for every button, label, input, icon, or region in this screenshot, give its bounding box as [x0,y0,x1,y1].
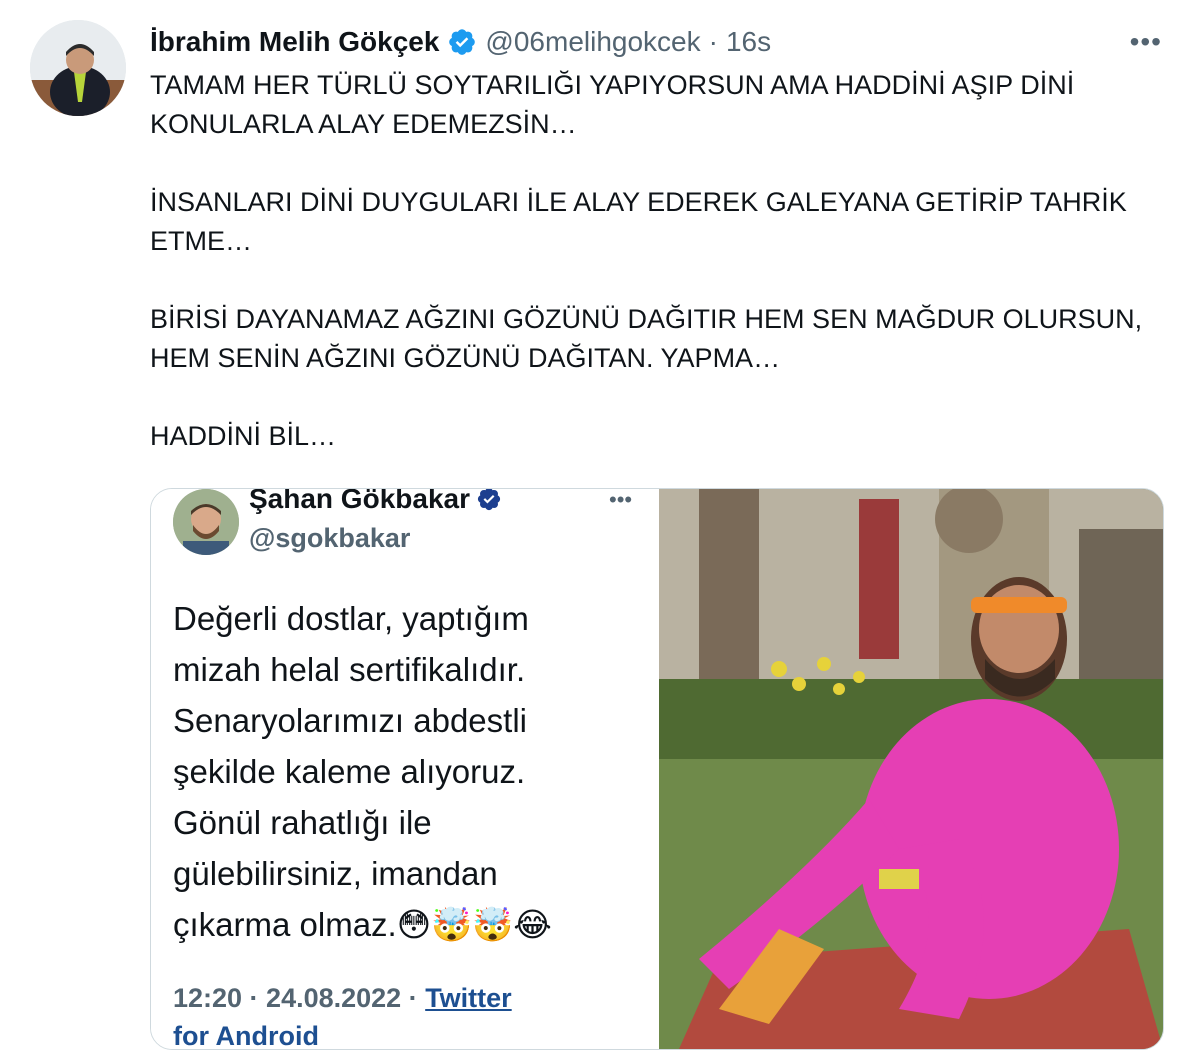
author-handle[interactable]: @06melihgokcek [485,26,700,58]
tweet-paragraph: BİRİSİ DAYANAMAZ AĞZINI GÖZÜNÜ DAĞITIR H… [150,304,1143,373]
quoted-meta: 12:20 · 24.08.2022 · Twitter [173,983,512,1014]
verified-badge-icon [449,29,476,55]
quoted-line: Gönül rahatlığı ile [173,804,432,841]
quoted-line: çıkarma olmaz.😳🤯🤯😂 [173,906,552,943]
quoted-source-cont: for Android [173,1021,319,1050]
media-image-photo[interactable] [659,489,1163,1049]
quoted-line: Senaryolarımızı abdestli [173,702,527,739]
tweet-text: TAMAM HER TÜRLÜ SOYTARILIĞI YAPIYORSUN A… [150,66,1150,456]
tweet-paragraph: HADDİNİ BİL… [150,421,337,451]
quoted-name-text: Şahan Gökbakar [249,488,470,514]
tweet-paragraph: İNSANLARI DİNİ DUYGULARI İLE ALAY EDEREK… [150,187,1127,256]
quoted-handle: @sgokbakar [249,523,411,553]
quoted-timestamp: 12:20 · 24.08.2022 · [173,983,426,1013]
tweet-media[interactable]: Şahan Gökbakar @sgokbakar ••• Değerli do… [150,488,1164,1050]
more-options-icon[interactable]: ••• [1130,26,1162,58]
tweet-header: İbrahim Melih Gökçek @06melihgokcek · 16… [150,22,1164,62]
quoted-body: Değerli dostlar, yaptığım mizah helal se… [173,593,633,950]
avatar-photo [30,20,126,116]
author-name[interactable]: İbrahim Melih Gökçek [150,26,439,58]
quoted-source: Twitter [425,983,512,1013]
media-image-screenshot[interactable]: Şahan Gökbakar @sgokbakar ••• Değerli do… [151,489,656,1049]
quoted-more-icon: ••• [609,488,633,512]
quoted-verified-icon [477,489,501,511]
quoted-line: mizah helal sertifikalıdır. [173,651,526,688]
photo-illustration [659,489,1163,1049]
quoted-line: Değerli dostlar, yaptığım [173,600,529,637]
author-avatar[interactable] [30,20,126,116]
quoted-avatar-photo [173,489,239,555]
tweet-paragraph: TAMAM HER TÜRLÜ SOYTARILIĞI YAPIYORSUN A… [150,70,1075,139]
separator-dot: · [708,26,718,57]
quoted-line: gülebilirsiniz, imandan [173,855,498,892]
tweet-time[interactable]: 16s [726,26,771,58]
quoted-name: Şahan Gökbakar [249,488,502,515]
quoted-line: şekilde kaleme alıyoruz. [173,753,526,790]
quoted-avatar [173,489,239,555]
